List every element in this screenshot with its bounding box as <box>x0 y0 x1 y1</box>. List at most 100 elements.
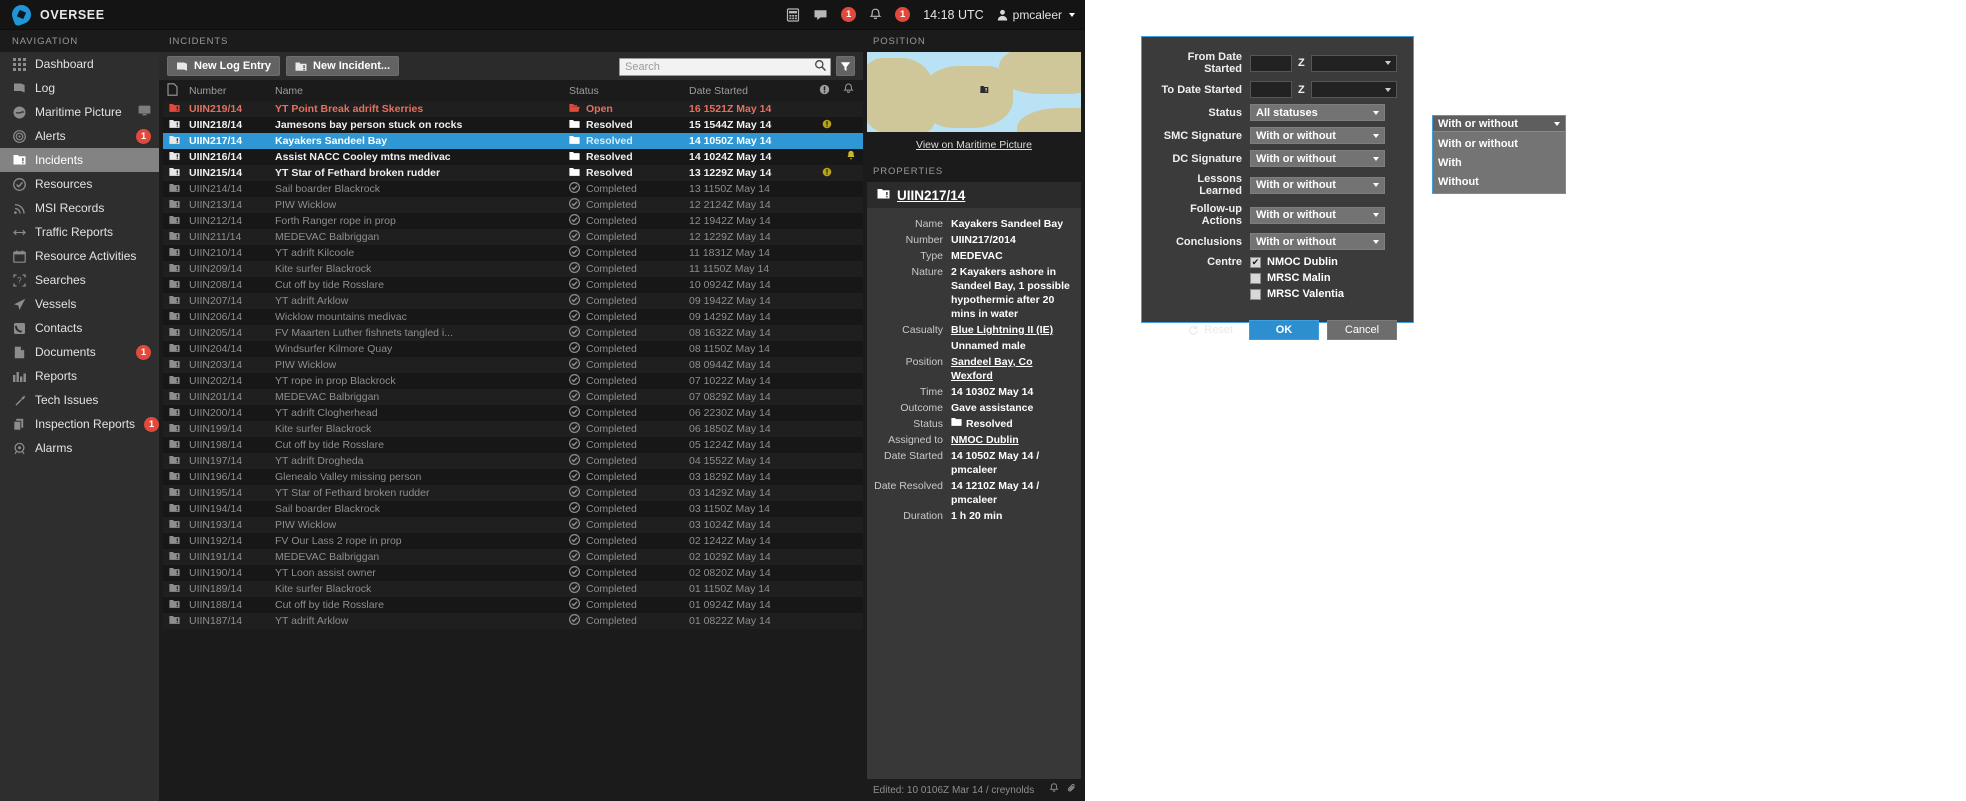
centre-checkbox-row[interactable]: NMOC Dublin <box>1250 256 1344 268</box>
table-row[interactable]: UIIN208/14 Cut off by tide Rosslare Comple… <box>163 277 863 293</box>
filter-select[interactable]: With or without <box>1250 206 1385 224</box>
sidebar-item-incidents[interactable]: Incidents <box>0 148 159 172</box>
col-alarm[interactable] <box>839 80 863 101</box>
table-row[interactable]: UIIN191/14 MEDEVAC Balbriggan Completed 02 … <box>163 549 863 565</box>
sidebar-item-contacts[interactable]: Contacts <box>0 316 159 340</box>
sidebar-item-maritime-picture[interactable]: Maritime Picture <box>0 100 159 124</box>
table-row[interactable]: UIIN194/14 Sail boarder Blackrock Complete… <box>163 501 863 517</box>
search-input[interactable] <box>619 57 831 76</box>
calculator-icon[interactable] <box>786 7 800 22</box>
sidebar-item-log[interactable]: Log <box>0 76 159 100</box>
property-value[interactable]: Blue Lightning II (IE) <box>951 323 1053 337</box>
table-row[interactable]: UIIN202/14 YT rope in prop Blackrock Compl… <box>163 373 863 389</box>
date-input[interactable] <box>1250 81 1292 98</box>
table-row[interactable]: UIIN205/14 FV Maarten Luther fishnets tan… <box>163 325 863 341</box>
table-row[interactable]: UIIN217/14 Kayakers Sandeel Bay Resolved 14… <box>163 133 863 149</box>
col-status[interactable]: Status <box>565 80 685 101</box>
sidebar-item-vessels[interactable]: Vessels <box>0 292 159 316</box>
table-row[interactable]: UIIN204/14 Windsurfer Kilmore Quay Complet… <box>163 341 863 357</box>
col-name[interactable]: Name <box>271 80 565 101</box>
sidebar-item-alerts[interactable]: Alerts 1 <box>0 124 159 148</box>
table-row[interactable]: UIIN195/14 YT Star of Fethard broken rudd… <box>163 485 863 501</box>
col-icon[interactable] <box>163 80 185 101</box>
view-on-maritime-picture-link[interactable]: View on Maritime Picture <box>863 132 1085 160</box>
table-row[interactable]: UIIN196/14 Glenealo Valley missing person… <box>163 469 863 485</box>
table-row[interactable]: UIIN187/14 YT adrift Arklow Completed 01 08… <box>163 613 863 629</box>
property-key: Position <box>905 356 943 368</box>
cancel-button[interactable]: Cancel <box>1327 320 1397 340</box>
new-incident-button[interactable]: New Incident... <box>286 56 400 76</box>
table-row[interactable]: UIIN212/14 Forth Ranger rope in prop Compl… <box>163 213 863 229</box>
table-row[interactable]: UIIN210/14 YT adrift Kilcoole Completed 11 … <box>163 245 863 261</box>
sidebar-item-tech-issues[interactable]: Tech Issues <box>0 388 159 412</box>
sidebar-nav-list: Dashboard Log Maritime Picture Alerts 1 Incid… <box>0 52 160 460</box>
table-row[interactable]: UIIN209/14 Kite surfer Blackrock Completed… <box>163 261 863 277</box>
sidebar-item-msi-records[interactable]: MSI Records <box>0 196 159 220</box>
dropdown-option[interactable]: Without <box>1433 172 1565 191</box>
dropdown-option[interactable]: With or without <box>1433 134 1565 153</box>
sidebar-item-resource-activities[interactable]: Resource Activities <box>0 244 159 268</box>
sidebar-item-alarms[interactable]: Alarms <box>0 436 159 460</box>
attachment-icon[interactable] <box>1067 783 1077 797</box>
table-row[interactable]: UIIN218/14 Jamesons bay person stuck on r… <box>163 117 863 133</box>
centre-checkbox-row[interactable]: MRSC Malin <box>1250 272 1344 284</box>
sidebar-item-documents[interactable]: Documents 1 <box>0 340 159 364</box>
property-value[interactable]: NMOC Dublin <box>951 433 1019 447</box>
checkbox-icon[interactable] <box>1250 288 1261 300</box>
table-row[interactable]: UIIN214/14 Sail boarder Blackrock Complete… <box>163 181 863 197</box>
dropdown-selected[interactable]: With or without <box>1432 115 1566 132</box>
col-date-started[interactable]: Date Started <box>685 80 815 101</box>
sidebar-item-traffic-reports[interactable]: Traffic Reports <box>0 220 159 244</box>
table-row[interactable]: UIIN199/14 Kite surfer Blackrock Completed… <box>163 421 863 437</box>
filter-select[interactable]: All statuses <box>1250 104 1385 121</box>
checkbox-icon[interactable] <box>1250 256 1261 268</box>
sidebar-item-inspection-reports[interactable]: Inspection Reports 1 <box>0 412 160 436</box>
table-row[interactable]: UIIN216/14 Assist NACC Cooley mtns mediva… <box>163 149 863 165</box>
user-menu[interactable]: pmcaleer <box>997 8 1075 22</box>
centre-checkbox-row[interactable]: MRSC Valentia <box>1250 288 1344 300</box>
date-select[interactable] <box>1310 54 1397 72</box>
table-row[interactable]: UIIN201/14 MEDEVAC Balbriggan Completed 07 … <box>163 389 863 405</box>
search-icon[interactable] <box>814 59 827 77</box>
table-row[interactable]: UIIN213/14 PIW Wicklow Completed 12 2124Z M… <box>163 197 863 213</box>
reset-button[interactable]: Reset <box>1188 324 1233 336</box>
filter-select[interactable]: With or without <box>1250 176 1385 194</box>
filter-select[interactable]: With or without <box>1250 233 1385 250</box>
table-row[interactable]: UIIN200/14 YT adrift Clogherhead Completed… <box>163 405 863 421</box>
table-row[interactable]: UIIN207/14 YT adrift Arklow Completed 09 19… <box>163 293 863 309</box>
dropdown-option[interactable]: With <box>1433 153 1565 172</box>
bell-icon[interactable] <box>869 8 882 22</box>
sidebar-item-reports[interactable]: Reports <box>0 364 159 388</box>
table-row[interactable]: UIIN211/14 MEDEVAC Balbriggan Completed 12 … <box>163 229 863 245</box>
date-input[interactable] <box>1250 54 1292 72</box>
table-row[interactable]: UIIN192/14 FV Our Lass 2 rope in prop Comp… <box>163 533 863 549</box>
sidebar-item-resources[interactable]: Resources <box>0 172 159 196</box>
chat-icon[interactable] <box>813 8 828 22</box>
position-map[interactable] <box>867 52 1081 132</box>
checkbox-icon[interactable] <box>1250 272 1261 284</box>
table-row[interactable]: UIIN193/14 PIW Wicklow Completed 03 1024Z M… <box>163 517 863 533</box>
table-row[interactable]: UIIN189/14 Kite surfer Blackrock Completed… <box>163 581 863 597</box>
table-row[interactable]: UIIN188/14 Cut off by tide Rosslare Comple… <box>163 597 863 613</box>
table-row[interactable]: UIIN206/14 Wicklow mountains medivac Compl… <box>163 309 863 325</box>
row-type-icon <box>163 213 185 229</box>
bell-icon[interactable] <box>1049 783 1059 797</box>
new-log-entry-button[interactable]: New Log Entry <box>167 56 281 76</box>
table-row[interactable]: UIIN215/14 YT Star of Fethard broken rudd… <box>163 165 863 181</box>
table-row[interactable]: UIIN190/14 YT Loon assist owner Completed 0… <box>163 565 863 581</box>
table-row[interactable]: UIIN197/14 YT adrift Drogheda Completed 04 … <box>163 453 863 469</box>
table-row[interactable]: UIIN219/14 YT Point Break adrift Skerries… <box>163 101 863 117</box>
date-select[interactable] <box>1310 81 1397 98</box>
filter-select[interactable]: With or without <box>1250 127 1385 144</box>
filter-select[interactable]: With or without <box>1250 150 1385 167</box>
filter-button[interactable] <box>836 56 855 76</box>
property-value[interactable]: Sandeel Bay, Co Wexford <box>951 355 1071 383</box>
col-info[interactable] <box>815 80 839 101</box>
sidebar-item-dashboard[interactable]: Dashboard <box>0 52 159 76</box>
sidebar-item-searches[interactable]: ? Searches <box>0 268 159 292</box>
monitor-icon[interactable] <box>138 105 151 119</box>
table-row[interactable]: UIIN203/14 PIW Wicklow Completed 08 0944Z M… <box>163 357 863 373</box>
ok-button[interactable]: OK <box>1249 320 1319 340</box>
table-row[interactable]: UIIN198/14 Cut off by tide Rosslare Comple… <box>163 437 863 453</box>
col-number[interactable]: Number <box>185 80 271 101</box>
